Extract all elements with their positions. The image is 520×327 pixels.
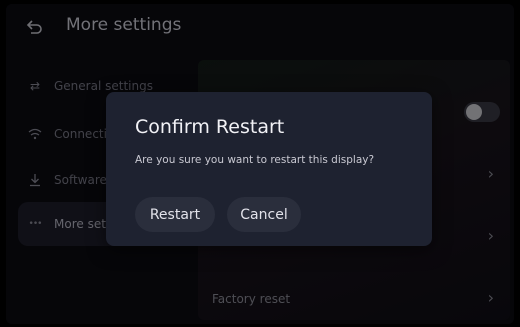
settings-screen: More settings ⇄ General settings Connect… <box>6 4 514 324</box>
cancel-button[interactable]: Cancel <box>227 197 301 232</box>
restart-button[interactable]: Restart <box>135 197 215 232</box>
dialog-message: Are you sure you want to restart this di… <box>135 154 375 166</box>
confirm-restart-dialog: Confirm Restart Are you sure you want to… <box>106 92 432 246</box>
dialog-title: Confirm Restart <box>135 116 285 138</box>
